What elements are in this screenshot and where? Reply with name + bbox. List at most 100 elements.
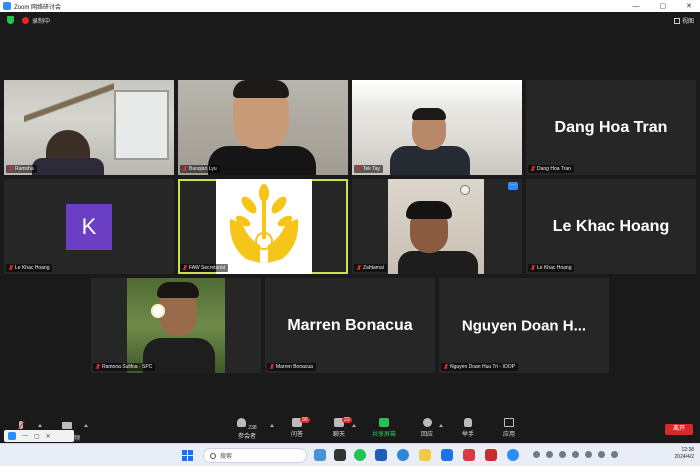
muted-mic-icon xyxy=(357,166,361,172)
windows-taskbar: 搜索 12:38 2024/4/2 xyxy=(0,443,700,466)
participant-name: Tek Tay xyxy=(363,166,380,172)
video-options-chevron-icon[interactable] xyxy=(84,424,88,427)
tray-app-icon[interactable] xyxy=(559,451,566,458)
zoom-logo-icon xyxy=(3,2,11,10)
wps-icon[interactable] xyxy=(485,449,497,461)
muted-mic-icon xyxy=(183,265,187,271)
tray-app-icon[interactable] xyxy=(546,451,553,458)
maximize-button[interactable]: ▢ xyxy=(660,2,667,10)
volume-icon[interactable] xyxy=(598,451,605,458)
participant-video xyxy=(352,80,522,175)
faw-logo xyxy=(216,179,312,274)
view-label: 视图 xyxy=(681,19,694,25)
participant-tile[interactable]: Marren Bonacua Marren Bonacua xyxy=(265,278,435,373)
mail-icon[interactable] xyxy=(441,449,453,461)
participant-tile-active-speaker[interactable]: FAW Secretariat xyxy=(178,179,348,274)
chat-button[interactable]: 23 聊天 xyxy=(322,417,356,438)
tray-app-icon[interactable] xyxy=(572,451,579,458)
window-title: Zoom 网络研讨会 xyxy=(14,4,62,11)
participant-name-tag: Ramona Sulifoa - SPC xyxy=(93,363,156,371)
apps-button[interactable]: 应用 xyxy=(492,418,526,438)
participant-video xyxy=(4,80,174,175)
muted-mic-icon xyxy=(9,265,13,271)
participant-video xyxy=(388,179,484,274)
app-icon[interactable] xyxy=(463,449,475,461)
qa-button[interactable]: 30 问答 xyxy=(280,417,314,438)
wechat-icon[interactable] xyxy=(354,449,366,461)
security-shield-icon[interactable] xyxy=(7,16,14,24)
reactions-button[interactable]: 回应 xyxy=(410,418,444,438)
app-icon[interactable] xyxy=(375,449,387,461)
participants-button[interactable]: 238 参会者 xyxy=(230,418,264,440)
participant-name: Baoqian Lyu xyxy=(189,166,217,172)
participant-name: Le Khac Hoang xyxy=(15,265,50,271)
participant-name-tag: Ramsha xyxy=(6,165,37,173)
participant-name: Marren Bonacua xyxy=(276,364,313,370)
zoom-taskbar-icon[interactable] xyxy=(507,449,519,461)
leave-button[interactable]: 离开 xyxy=(665,424,693,435)
participant-display-name: Nguyen Doan H... xyxy=(461,317,587,334)
minimize-button[interactable]: — xyxy=(633,3,640,10)
avatar: K xyxy=(66,204,112,250)
battery-icon[interactable] xyxy=(611,451,618,458)
muted-mic-icon xyxy=(531,265,535,271)
recording-label: 录制中 xyxy=(32,19,51,25)
zoom-window: Zoom 网络研讨会 — ▢ ✕ 录制中 视图 Ramsha Baoqian L… xyxy=(0,0,700,466)
view-button[interactable]: 视图 xyxy=(673,16,694,25)
file-explorer-icon[interactable] xyxy=(419,449,431,461)
participant-video xyxy=(178,80,348,175)
participant-tile[interactable]: Le Khac Hoang Le Khac Hoang xyxy=(526,179,696,274)
participant-tile[interactable]: Tek Tay xyxy=(352,80,522,175)
participant-tile[interactable]: Dang Hoa Tran Dang Hoa Tran xyxy=(526,80,696,175)
participants-label: 参会者 xyxy=(237,434,256,440)
task-view-icon[interactable] xyxy=(334,449,346,461)
more-options-icon[interactable]: ··· xyxy=(508,182,518,190)
taskbar-search-box[interactable]: 搜索 xyxy=(203,448,307,463)
search-placeholder: 搜索 xyxy=(220,454,233,460)
tray-chevron-icon[interactable] xyxy=(533,451,540,458)
muted-mic-icon xyxy=(183,166,187,172)
restore-icon[interactable]: ▢ xyxy=(34,433,40,440)
windows-start-icon[interactable] xyxy=(182,450,193,461)
muted-mic-icon xyxy=(444,364,448,370)
participant-name: Dang Hoa Tran xyxy=(537,166,571,172)
participant-name: Zahtamal xyxy=(363,265,384,271)
participant-name-tag: Le Khac Hoang xyxy=(528,264,575,272)
wifi-icon[interactable] xyxy=(585,451,592,458)
clock[interactable]: 12:38 2024/4/2 xyxy=(675,447,694,461)
chat-badge: 23 xyxy=(342,417,352,423)
apps-label: 应用 xyxy=(502,432,515,438)
participant-name-tag: Dang Hoa Tran xyxy=(528,165,574,173)
participant-tile[interactable]: Ramsha xyxy=(4,80,174,175)
participant-tile[interactable]: Ramona Sulifoa - SPC xyxy=(91,278,261,373)
system-tray xyxy=(533,451,623,459)
chat-chevron-icon[interactable] xyxy=(352,424,356,427)
close-button[interactable]: ✕ xyxy=(686,2,692,10)
participant-name-tag: Zahtamal xyxy=(354,264,387,272)
participant-name-tag: Marren Bonacua xyxy=(267,363,316,371)
edge-browser-icon[interactable] xyxy=(397,449,409,461)
audio-options-chevron-icon[interactable] xyxy=(38,424,42,427)
reactions-chevron-icon[interactable] xyxy=(439,424,443,427)
close-icon[interactable]: ✕ xyxy=(46,433,51,440)
zoom-icon xyxy=(8,432,16,440)
window-controls: — ▢ ✕ xyxy=(633,0,693,12)
participant-tile[interactable]: Baoqian Lyu xyxy=(178,80,348,175)
minimized-zoom-bar[interactable]: — ▢ ✕ xyxy=(4,430,74,442)
participant-video xyxy=(127,278,225,373)
recording-icon[interactable] xyxy=(22,17,29,24)
participant-display-name: Marren Bonacua xyxy=(287,316,413,334)
share-screen-button[interactable]: 共享屏幕 xyxy=(367,418,401,438)
share-screen-label: 共享屏幕 xyxy=(371,432,396,438)
qa-badge: 30 xyxy=(300,417,310,423)
participant-name-tag: Tek Tay xyxy=(354,165,383,173)
participants-chevron-icon[interactable] xyxy=(270,424,274,427)
copilot-icon[interactable] xyxy=(314,449,326,461)
minimize-icon[interactable]: — xyxy=(22,433,28,439)
participant-tile[interactable]: ··· Zahtamal xyxy=(352,179,522,274)
raise-hand-button[interactable]: 举手 xyxy=(451,418,485,438)
participant-tile[interactable]: K Le Khac Hoang xyxy=(4,179,174,274)
participant-tile[interactable]: Nguyen Doan H... Nguyen Doan Huu Tri - I… xyxy=(439,278,609,373)
camera-icon[interactable] xyxy=(62,422,72,429)
raise-hand-icon xyxy=(464,418,472,427)
